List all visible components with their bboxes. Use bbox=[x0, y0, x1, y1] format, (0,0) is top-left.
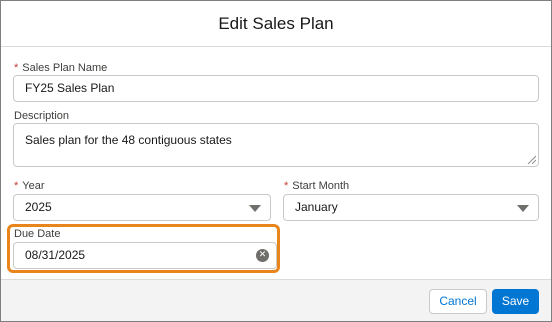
start-month-select[interactable]: January bbox=[283, 194, 539, 221]
modal-title: Edit Sales Plan bbox=[218, 14, 334, 33]
due-date-input[interactable]: 08/31/2025 ✕ bbox=[13, 242, 277, 269]
sales-plan-name-label-text: Sales Plan Name bbox=[22, 62, 108, 74]
save-button[interactable]: Save bbox=[492, 289, 539, 314]
start-month-value: January bbox=[295, 200, 338, 214]
required-marker: * bbox=[14, 180, 19, 192]
description-value: Sales plan for the 48 contiguous states bbox=[25, 133, 232, 147]
required-marker: * bbox=[284, 180, 289, 192]
start-month-label: * Start Month bbox=[284, 179, 349, 193]
edit-sales-plan-modal: Edit Sales Plan * Sales Plan Name FY25 Sa… bbox=[0, 0, 552, 322]
due-date-value: 08/31/2025 bbox=[25, 248, 86, 262]
chevron-down-icon bbox=[517, 205, 529, 212]
due-date-label: Due Date bbox=[14, 228, 61, 240]
modal-header: Edit Sales Plan bbox=[1, 1, 551, 47]
resize-handle-icon[interactable] bbox=[527, 155, 536, 164]
description-label: Description bbox=[14, 110, 70, 122]
chevron-down-icon bbox=[249, 205, 261, 212]
sales-plan-name-input[interactable]: FY25 Sales Plan bbox=[13, 75, 539, 102]
cancel-button[interactable]: Cancel bbox=[429, 289, 487, 314]
year-label-text: Year bbox=[22, 180, 45, 192]
description-textarea[interactable]: Sales plan for the 48 contiguous states bbox=[13, 123, 539, 167]
clear-icon[interactable]: ✕ bbox=[256, 249, 269, 262]
required-marker: * bbox=[14, 62, 19, 74]
sales-plan-name-label: * Sales Plan Name bbox=[14, 61, 107, 75]
year-label: * Year bbox=[14, 179, 45, 193]
modal-footer: Cancel Save bbox=[1, 279, 551, 321]
year-value: 2025 bbox=[25, 200, 52, 214]
sales-plan-name-value: FY25 Sales Plan bbox=[25, 81, 115, 95]
year-select[interactable]: 2025 bbox=[13, 194, 271, 221]
start-month-label-text: Start Month bbox=[292, 180, 350, 192]
